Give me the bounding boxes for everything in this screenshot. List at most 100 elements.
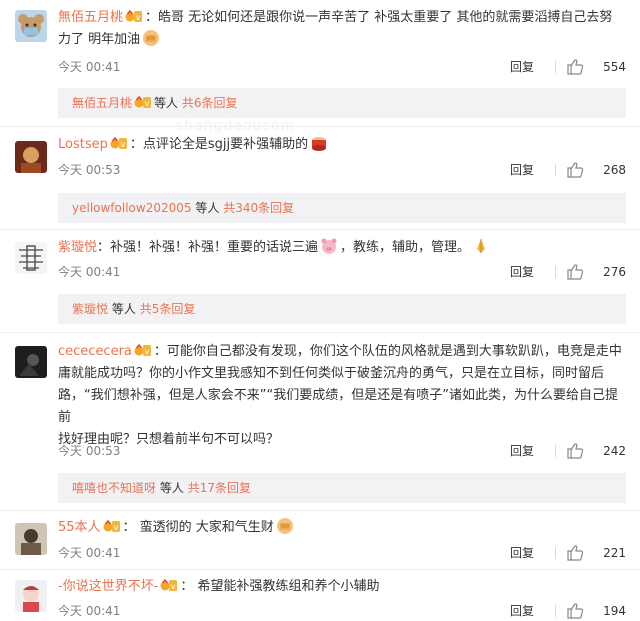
comment-text: ： 希望能补强教练组和养个小辅助: [180, 579, 380, 594]
comment-text: 路，“我们想补强，但是人家会不来”“我们要成绩，但是还是有喷子”诸如此类，为什么…: [58, 388, 618, 425]
avatar[interactable]: [15, 346, 47, 378]
comment-page: { "watermark": "shangdaoucom", "comments…: [0, 0, 640, 621]
username[interactable]: Lostsep: [58, 137, 108, 152]
thumbs-up-icon: [567, 264, 584, 280]
vip-badge-icon: [102, 520, 121, 533]
username[interactable]: 紫璇悦: [58, 240, 97, 255]
comment-text: 力了 明年加油: [58, 32, 141, 47]
avatar[interactable]: [15, 10, 47, 42]
separator: [0, 569, 640, 570]
reply-button[interactable]: 回复: [510, 441, 534, 461]
comment-meta: 今天 00:41 回复 276: [58, 262, 626, 282]
reply-username[interactable]: 紫璇悦: [72, 302, 108, 316]
reply-button[interactable]: 回复: [510, 57, 534, 77]
divider: [555, 61, 556, 73]
like-count: 268: [603, 163, 626, 177]
comment-text: ，教练，辅助，管理。: [340, 240, 471, 255]
fist-emoji-icon: [143, 30, 160, 46]
fist-emoji-icon: [276, 518, 293, 534]
like-count: 242: [603, 444, 626, 458]
avatar-image: [15, 523, 47, 555]
avatar-image: [15, 346, 47, 378]
comment-time: 今天 00:41: [58, 546, 121, 560]
username[interactable]: 55本人: [58, 520, 101, 535]
comment-text: 庸就能成功吗？你的小作文里我感知不到任何类似于破釜沉舟的勇气，只是在立目标，同时…: [58, 366, 605, 381]
divider: [555, 164, 556, 176]
comment-time: 今天 00:53: [58, 444, 121, 458]
divider: [555, 266, 556, 278]
avatar-image: [15, 242, 47, 274]
username[interactable]: cecececera: [58, 344, 132, 359]
replies-others-label: 等人: [195, 201, 220, 215]
replies-others-label: 等人: [111, 302, 136, 316]
reply-username[interactable]: yellowfollow202005: [72, 201, 192, 215]
replies-others-label: 等人: [154, 96, 179, 110]
comment-time: 今天 00:41: [58, 604, 121, 618]
replies-summary[interactable]: yellowfollow202005 等人 共340条回复: [58, 193, 626, 223]
replies-count[interactable]: 共17条回复: [188, 481, 251, 495]
comment-text: ：: [145, 10, 159, 25]
avatar[interactable]: [15, 580, 47, 612]
like-count: 276: [603, 265, 626, 279]
comment-meta: 今天 00:41 回复 554: [58, 57, 626, 77]
replies-count[interactable]: 共340条回复: [223, 201, 294, 215]
replies-summary[interactable]: 紫璇悦 等人 共5条回复: [58, 294, 626, 324]
like-count: 194: [603, 604, 626, 618]
comment-body: Lostsep ：点评论全是sgjj要补强辅助的: [58, 134, 626, 156]
like-count: 554: [603, 60, 626, 74]
comment-text: ：补强！补强！补强！重要的话说三遍: [97, 240, 319, 255]
separator: [0, 510, 640, 511]
vip-badge-icon: [134, 96, 152, 109]
like-count: 221: [603, 546, 626, 560]
comment-time: 今天 00:53: [58, 163, 121, 177]
comment-meta: 今天 00:41 回复 221: [58, 543, 626, 563]
pig-emoji-icon: [321, 238, 337, 254]
replies-count[interactable]: 共6条回复: [182, 96, 238, 110]
divider: [555, 547, 556, 559]
reply-username[interactable]: 嘻嘻也不知道呀: [72, 481, 156, 495]
replies-count[interactable]: 共5条回复: [140, 302, 196, 316]
comment-meta: 今天 00:53 回复 242: [58, 441, 626, 461]
vip-badge-icon: [160, 579, 179, 592]
vip-badge-icon: [133, 344, 152, 357]
separator: [0, 126, 640, 127]
reply-button[interactable]: 回复: [510, 543, 534, 563]
comment-text: ：点评论全是sgjj要补强辅助的: [129, 137, 309, 152]
reply-button[interactable]: 回复: [510, 160, 534, 180]
comment-body: cecececera ：可能你自己都没有发现，你们这个队伍的风格就是遇到大事软趴趴…: [58, 341, 626, 451]
avatar-image: [15, 580, 47, 612]
comment-text: 皓哥 无论如何还是跟你说一声辛苦了 补强太重要了 其他的就需要滔搏自己去努: [158, 10, 613, 25]
replies-summary[interactable]: 無佰五月桃 等人 共6条回复: [58, 88, 626, 118]
vip-badge-icon: [109, 137, 128, 150]
username[interactable]: 無佰五月桃: [58, 10, 123, 25]
comment-text: ： 蛮透彻的 大家和气生财: [122, 520, 274, 535]
thumbs-up-icon: [567, 162, 584, 178]
avatar-image: [15, 141, 47, 173]
reply-button[interactable]: 回复: [510, 601, 534, 621]
avatar[interactable]: [15, 523, 47, 555]
comment-time: 今天 00:41: [58, 60, 121, 74]
replies-summary[interactable]: 嘻嘻也不知道呀 等人 共17条回复: [58, 473, 626, 503]
drum-emoji-icon: [312, 137, 327, 151]
avatar[interactable]: [15, 242, 47, 274]
thumbs-up-icon: [567, 59, 584, 75]
reply-button[interactable]: 回复: [510, 262, 534, 282]
comment-time: 今天 00:41: [58, 265, 121, 279]
comment-meta: 今天 00:41 回复 194: [58, 601, 626, 621]
separator: [0, 332, 640, 333]
pray-emoji-icon: [477, 239, 486, 253]
comment-text: ：可能你自己都没有发现，你们这个队伍的风格就是遇到大事软趴趴，电竞是走中: [153, 344, 622, 359]
avatar-image: [15, 10, 47, 42]
vip-badge-icon: [125, 10, 143, 23]
username[interactable]: -你说这世界不坏-: [58, 579, 158, 594]
comment-meta: 今天 00:53 回复 268: [58, 160, 626, 180]
thumbs-up-icon: [567, 545, 584, 561]
comment-body: 55本人 ： 蛮透彻的 大家和气生财: [58, 517, 626, 539]
comment-body: 紫璇悦：补强！补强！补强！重要的话说三遍 ，教练，辅助，管理。: [58, 237, 626, 259]
replies-others-label: 等人: [159, 481, 184, 495]
reply-username[interactable]: 無佰五月桃: [72, 96, 132, 110]
comment-body: 無佰五月桃 ：皓哥 无论如何还是跟你说一声辛苦了 补强太重要了 其他的就需要滔搏自…: [58, 7, 626, 51]
separator: [0, 229, 640, 230]
thumbs-up-icon: [567, 443, 584, 459]
avatar[interactable]: [15, 141, 47, 173]
